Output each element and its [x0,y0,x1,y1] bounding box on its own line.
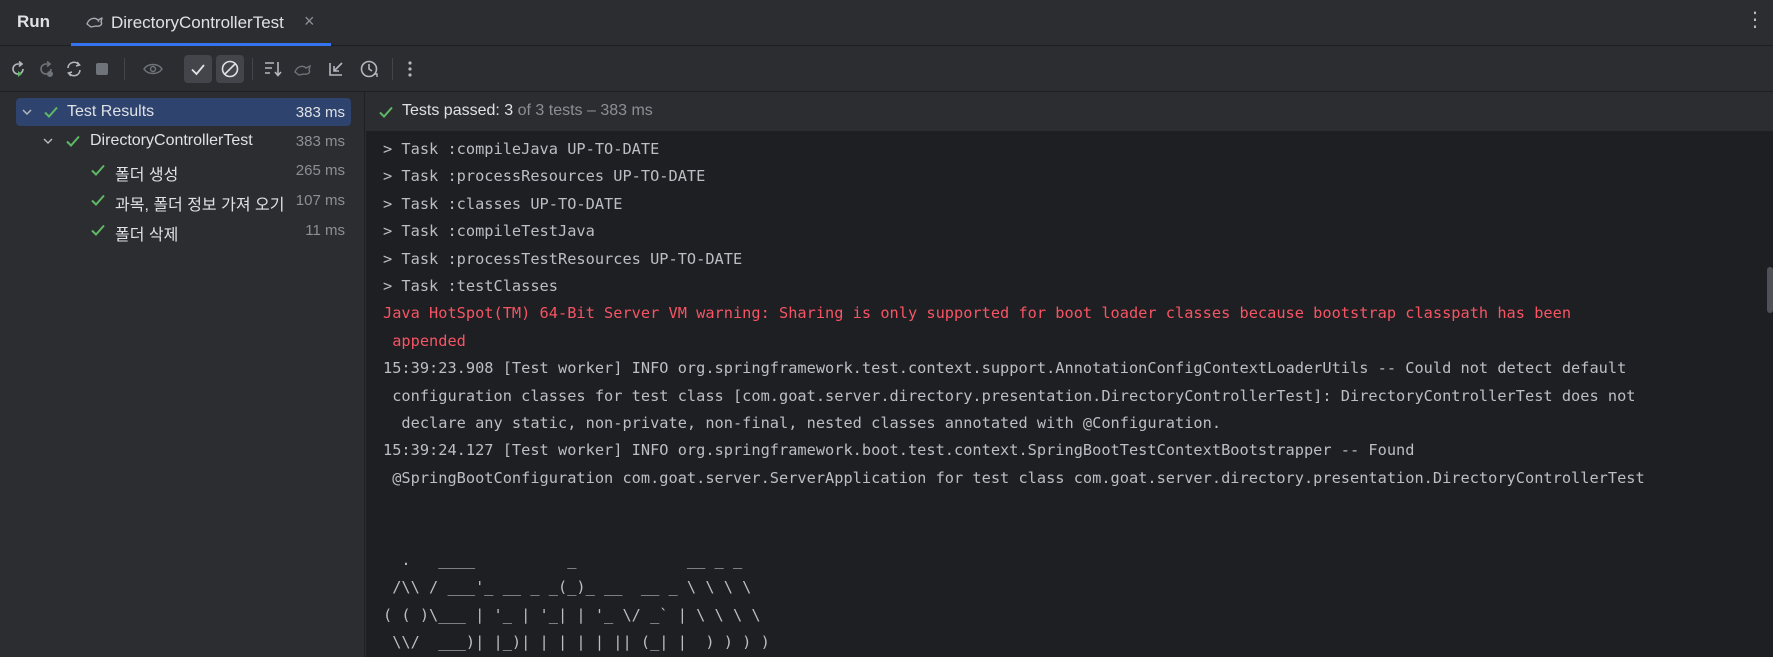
more-icon[interactable] [396,55,424,83]
tests-passed-count: Tests passed: 3 [402,102,514,119]
rerun-icon[interactable] [4,55,32,83]
check-icon [378,104,394,120]
test-run-icon [85,14,105,30]
console-line: > Task :compileJava UP-TO-DATE [383,140,660,158]
tree-item-time: 11 ms [305,222,345,239]
check-icon [90,162,106,178]
toolbar-divider [252,58,253,80]
toolbar-divider [392,58,393,80]
check-icon [90,222,106,238]
console-line: /\\ / ___'_ __ _ _(_)_ __ __ _ \ \ \ \ [383,578,752,597]
run-tool-window-title: Run [17,12,51,31]
console-line: > Task :compileTestJava [383,222,595,241]
console-line: . ____ _ __ _ _ [383,550,743,569]
show-passed-check-icon[interactable] [184,55,212,83]
tab-directory-controller-test[interactable]: DirectoryControllerTest × [71,0,331,46]
tree-item-test[interactable]: 폴더 삭제 11 ms [16,216,351,244]
toggle-auto-test-icon[interactable] [60,55,88,83]
console-line: > Task :testClasses [383,276,558,295]
console-line: 15:39:23.908 [Test worker] INFO org.spri… [383,359,1627,378]
rerun-failed-icon[interactable] [32,55,60,83]
collapse-icon[interactable] [322,55,350,83]
tree-item-label: Test Results [67,103,155,120]
history-icon[interactable] [355,55,383,83]
tool-window-tabbar: Run DirectoryControllerTest × ⋮ [0,0,1773,46]
console-line: 15:39:24.127 [Test worker] INFO org.spri… [383,441,1415,460]
console-line: configuration classes for test class [co… [383,386,1636,405]
toolbar-divider [124,58,125,80]
console-line: \\/ ___)| |_)| | | | | || (_| | ) ) ) ) [383,633,770,652]
tree-item-test[interactable]: 과목, 폴더 정보 가져 오기 107 ms [16,186,351,214]
tree-item-time: 383 ms [295,104,345,121]
chevron-down-icon[interactable] [41,134,55,148]
console-warning-line: Java HotSpot(TM) 64-Bit Server VM warnin… [383,304,1572,323]
tree-item-test[interactable]: 폴더 생성 265 ms [16,156,351,184]
tests-total-duration: of 3 tests – 383 ms [513,102,653,119]
test-runner-toolbar [0,46,1773,92]
tree-item-label: 폴더 삭제 [115,227,179,244]
console-line: @SpringBootConfiguration com.goat.server… [383,468,1645,487]
test-status-bar: Tests passed: 3 of 3 tests – 383 ms [366,92,1773,132]
tree-item-label: 과목, 폴더 정보 가져 오기 [115,197,285,214]
show-ignored-icon[interactable] [216,55,244,83]
stop-icon[interactable] [88,55,116,83]
test-results-tree: Test Results 383 ms DirectoryControllerT… [0,92,365,657]
check-icon [90,192,106,208]
console-lines: > Task :compileJava UP-TO-DATE > Task :pr… [383,136,1753,657]
tree-item-time: 383 ms [295,133,345,150]
tree-item-test-results[interactable]: Test Results 383 ms [16,98,351,126]
console-line: > Task :classes UP-TO-DATE [383,194,623,213]
vertical-scrollbar[interactable] [1767,267,1773,313]
close-icon[interactable]: × [304,11,315,32]
console-warning-line: appended [383,331,466,350]
import-tests-icon[interactable] [290,55,318,83]
show-passed-eye-icon[interactable] [139,55,167,83]
check-icon [43,104,59,120]
tree-item-directory-controller-test[interactable]: DirectoryControllerTest 383 ms [16,127,351,155]
tab-title: DirectoryControllerTest [111,13,284,32]
check-icon [65,133,81,149]
tree-item-label: DirectoryControllerTest [90,132,253,149]
more-options-icon[interactable]: ⋮ [1745,10,1765,30]
console-line: > Task :processResources UP-TO-DATE [383,167,706,186]
sort-icon[interactable] [259,55,287,83]
test-status-text: Tests passed: 3 of 3 tests – 383 ms [402,102,653,120]
console-line: ( ( )\___ | '_ | '_| | '_ \/ _` | \ \ \ … [383,605,761,624]
console-line: > Task :processTestResources UP-TO-DATE [383,249,743,268]
chevron-down-icon[interactable] [20,105,34,119]
console-output[interactable]: > Task :compileJava UP-TO-DATE > Task :pr… [366,132,1773,657]
tree-item-time: 107 ms [295,192,345,209]
tree-item-label: 폴더 생성 [115,167,179,184]
tree-item-time: 265 ms [295,162,345,179]
console-line: declare any static, non-private, non-fin… [383,413,1222,432]
